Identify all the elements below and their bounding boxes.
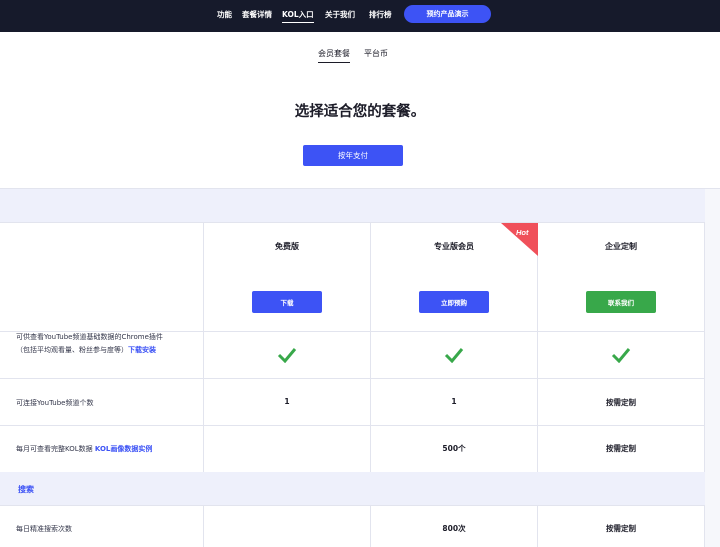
column-divider (203, 506, 204, 547)
plan-column-enterprise: 企业定制 联系我们 (538, 223, 704, 331)
value-pro: 800次 (442, 524, 466, 533)
tab-platform-coins[interactable]: 平台币 (364, 48, 388, 59)
kol-profile-example-link[interactable]: KOL画像数据实例 (95, 445, 153, 453)
nav-item-kol-entry[interactable]: KOL入口 (282, 9, 314, 23)
nav-item-features[interactable]: 功能 (217, 9, 232, 20)
feature-daily-searches: 每日精准搜索次数 (16, 525, 72, 533)
nav-item-ranking[interactable]: 排行榜 (369, 9, 392, 20)
page-title: 选择适合您的套餐。 (294, 104, 426, 120)
row-divider (0, 425, 705, 426)
row-divider (0, 378, 705, 379)
check-icon (277, 348, 297, 363)
hot-ribbon-label: Hot (516, 228, 529, 237)
plan-name: 免费版 (275, 242, 299, 251)
value-enterprise: 按需定制 (606, 444, 636, 453)
feature-monthly-kol-data: 每月可查看完整KOL数据 KOL画像数据实例 (16, 443, 152, 456)
section-title: 搜索 (18, 485, 34, 494)
download-button[interactable]: 下载 (252, 291, 322, 313)
check-icon (611, 348, 631, 363)
feature-text: 每月可查看完整KOL数据 (16, 445, 93, 453)
value-enterprise: 按需定制 (606, 398, 636, 407)
value-free: 1 (284, 397, 290, 406)
plan-column-free: 免费版 下载 (204, 223, 370, 331)
top-navigation-bar: 功能 套餐详情 KOL入口 关于我们 排行榜 预约产品演示 (0, 0, 720, 32)
value-pro: 1 (451, 397, 457, 406)
value-pro: 500个 (442, 444, 466, 453)
check-icon (444, 348, 464, 363)
feature-chrome-plugin: 可供查看YouTube频道基础数据的Chrome插件 （包括平均观看量、粉丝参与… (16, 331, 163, 357)
book-demo-button[interactable]: 预约产品演示 (404, 5, 491, 23)
feature-channel-count: 可连接YouTube频道个数 (16, 399, 94, 407)
section-band-search: 搜索 (0, 472, 705, 506)
nav-item-about-us[interactable]: 关于我们 (325, 9, 355, 20)
feature-text: 可供查看YouTube频道基础数据的Chrome插件 (16, 333, 163, 341)
annual-billing-button[interactable]: 按年支付 (303, 145, 403, 166)
table-header-band (0, 189, 705, 223)
nav-item-plan-details[interactable]: 套餐详情 (242, 9, 272, 20)
value-enterprise: 按需定制 (606, 524, 636, 533)
plan-name: 企业定制 (605, 242, 637, 251)
feature-text: （包括平均观看量、粉丝参与度等） (16, 346, 128, 354)
download-install-link[interactable]: 下载安装 (128, 346, 156, 354)
preorder-button[interactable]: 立即预购 (419, 291, 489, 313)
hot-ribbon-badge: Hot (501, 223, 538, 256)
scrollbar[interactable] (705, 189, 720, 547)
contact-us-button[interactable]: 联系我们 (586, 291, 656, 313)
tab-membership-plans[interactable]: 会员套餐 (318, 48, 350, 63)
pricing-table: 免费版 下载 专业版会员 立即预购 Hot 企业定制 联系我们 可供查看YouT… (0, 188, 720, 547)
